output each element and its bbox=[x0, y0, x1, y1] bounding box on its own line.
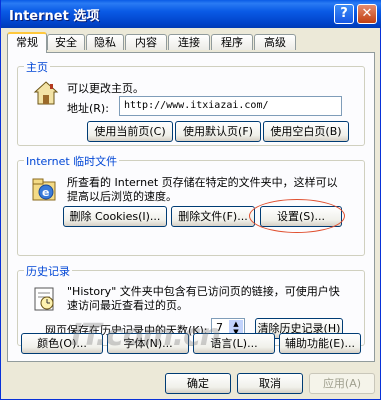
help-button[interactable]: ? bbox=[334, 4, 354, 24]
svg-text:e: e bbox=[42, 186, 49, 199]
home-icon bbox=[33, 81, 59, 105]
tab-general[interactable]: 常规 bbox=[7, 32, 47, 53]
highlight-circle bbox=[249, 199, 345, 233]
history-icon bbox=[34, 287, 54, 311]
internet-options-window: Internet 选项 ? ✕ 常规 安全 隐私 内容 连接 程序 高级 主页 … bbox=[0, 0, 381, 400]
use-default-button[interactable]: 使用默认页(F) bbox=[175, 121, 261, 142]
tab-connections[interactable]: 连接 bbox=[168, 34, 210, 50]
temp-files-group-title: Internet 临时文件 bbox=[24, 153, 120, 169]
address-label: 地址(R): bbox=[67, 102, 109, 115]
delete-files-button[interactable]: 删除文件(F)... bbox=[171, 206, 255, 227]
temp-files-description-line2: 提高以后浏览的速度。 bbox=[67, 190, 177, 203]
tab-advanced[interactable]: 高级 bbox=[254, 34, 296, 50]
accessibility-button[interactable]: 辅助功能(E)... bbox=[279, 333, 361, 354]
tab-privacy[interactable]: 隐私 bbox=[86, 34, 124, 50]
apply-button[interactable]: 应用(A) bbox=[309, 373, 375, 394]
tab-programs[interactable]: 程序 bbox=[211, 34, 253, 50]
cancel-button[interactable]: 取消 bbox=[237, 373, 303, 394]
use-blank-button[interactable]: 使用空白页(B) bbox=[263, 121, 349, 142]
home-address-input[interactable]: http://www.itxiazai.com/ bbox=[119, 96, 342, 116]
use-current-button[interactable]: 使用当前页(C) bbox=[87, 121, 173, 142]
history-group-title: 历史记录 bbox=[24, 263, 72, 279]
tab-security[interactable]: 安全 bbox=[47, 34, 85, 50]
watermark: IT.com.cn bbox=[71, 318, 221, 353]
title-bar[interactable]: Internet 选项 ? ✕ bbox=[1, 0, 381, 28]
tab-content[interactable]: 内容 bbox=[125, 34, 167, 50]
temp-files-icon: e bbox=[32, 178, 56, 201]
delete-cookies-button[interactable]: 删除 Cookies(I)... bbox=[63, 206, 167, 227]
home-page-group-title: 主页 bbox=[24, 59, 50, 75]
window-title: Internet 选项 bbox=[9, 9, 100, 24]
home-description: 可以更改主页。 bbox=[67, 82, 144, 95]
ok-button[interactable]: 确定 bbox=[165, 373, 231, 394]
close-button[interactable]: ✕ bbox=[357, 4, 377, 24]
spin-up-icon[interactable]: ▲ bbox=[229, 320, 243, 328]
history-description-line2: 速访问最近查看过的页。 bbox=[67, 299, 188, 312]
